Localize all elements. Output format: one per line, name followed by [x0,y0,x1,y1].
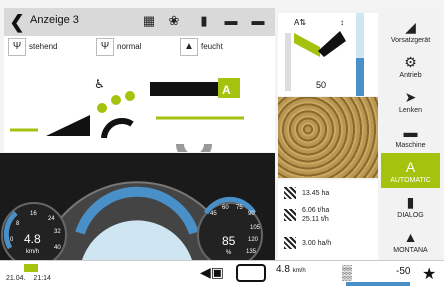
crop-normal-icon: Ψ [96,38,114,56]
automatic-icon: A [405,159,416,175]
speed-tick: 16 [30,211,37,217]
offset-value: -50 [396,266,411,277]
speed-tick: 32 [54,229,61,235]
menu-label: MONTANA [393,247,428,254]
engine-tick: 120 [248,237,259,243]
mode-label: feucht [201,42,223,51]
stat-value: 3.00 ha/h [302,239,332,247]
dialog-icon: ▮ [406,194,415,210]
mode-feucht[interactable]: ▲ feucht [180,38,223,56]
area-icon [284,187,296,199]
menu-label: Vorsatzgerät [390,37,431,44]
steering-icon: ➤ [404,89,417,105]
menu-label: AUTOMATIC [390,177,431,184]
reel-icon [111,95,121,105]
offset-icon: ▒ [342,264,352,280]
drive-icon: ⚙ [404,54,417,70]
header-icon: ◢ [405,19,416,35]
threshing-drum [101,117,134,139]
reel-icon [125,91,135,101]
header-tilt-shape [294,33,320,57]
sieve-curve [176,143,212,162]
engine-tick: 75 [236,205,243,211]
reel-icon [97,103,107,113]
stat-yield: 6.06 t/ha 25.11 t/h [284,206,329,224]
machine-diagram: A ♿ [4,60,275,162]
battery-icon [24,264,38,272]
tilt-icon: A⇅ [294,18,306,27]
sensor-arm [318,31,346,57]
menu-label: Maschine [395,142,426,149]
engine-value: 85 [222,234,236,248]
display-root: ❮ Anzeige 3 ▦ ❀ ▮ ▬ ▬ Ψ stehend Ψ normal… [0,0,444,288]
back-button[interactable]: ❮ [6,11,28,33]
page-title: Anzeige 3 [30,14,79,26]
status-speed-unit: km/h [292,268,306,274]
sensor-value: 50 [316,80,327,90]
machine-icon: ▬ [403,124,418,140]
crop-standing-icon: Ψ [8,38,26,56]
engine-unit: % [226,250,232,256]
chart-icon[interactable]: ▮ [195,12,213,30]
speed-value: 4.8 [24,232,41,246]
speed-tick: 24 [48,216,55,222]
stat-rate: 3.00 ha/h [284,234,331,252]
yield-icon [284,209,296,221]
gauge-cluster: 4.8 km/h 8 16 24 32 40 0 85 % 45 60 75 9… [0,153,275,268]
menu-label: Lenken [399,107,422,114]
menu-label: DIALOG [397,212,424,219]
menu-label: Antrieb [399,72,422,79]
grain-camera-image[interactable] [278,97,378,178]
crop-wet-icon: ▲ [180,38,198,56]
speed-tick: 40 [54,245,61,251]
status-speed-value: 4.8 [276,264,290,275]
engine-tick: 105 [250,225,261,231]
height-scale [285,33,291,91]
speed-unit: km/h [26,249,39,255]
harvester-icon[interactable]: ▬ [222,12,240,30]
mode-stehend[interactable]: Ψ stehend [8,38,57,56]
montana-icon: ▲ [403,229,418,245]
mode-normal[interactable]: Ψ normal [96,38,141,56]
engine-tick: 135 [246,249,257,255]
stat-value: 25.11 t/h [302,216,329,223]
status-speed: 4.8 km/h [276,264,306,275]
sensor-panel-svg: A⇅ ↕ [285,13,364,96]
date: 21.04. [6,275,26,282]
stat-value: 6.06 t/ha [302,207,330,214]
tractor-icon [236,264,266,282]
stat-area: 13.45 ha [284,184,329,202]
fan-icon: ♿ [94,77,105,91]
rate-icon [284,237,296,249]
harvester-icon[interactable]: ▬ [249,12,267,30]
sensor-panel: A⇅ ↕ [278,13,378,96]
level-fill [356,58,364,96]
stat-value-group: 6.06 t/ha 25.11 t/h [302,206,329,224]
favorite-star-icon[interactable]: ★ [422,264,436,284]
grain-icon[interactable]: ❀ [165,12,183,30]
engine-tick: 60 [222,205,229,211]
mode-label: stehend [29,42,58,51]
time: 21:14 [33,275,51,282]
height-icon: ↕ [340,18,344,27]
engine-tick: 45 [210,211,217,217]
gauge-cluster-svg: 4.8 km/h 8 16 24 32 40 0 85 % 45 60 75 9… [1,181,263,268]
date-time: 21.04. 21:14 [6,275,51,282]
offset-bar [346,282,410,286]
automatic-mark: A [222,83,231,97]
reverse-icon: ◀▣ [200,264,224,280]
engine-tick: 90 [248,211,255,217]
header-shape [46,115,90,136]
mode-label: normal [117,42,142,51]
stat-value: 13.45 ha [302,189,330,197]
machine-diagram-svg: A ♿ [10,77,244,162]
calculator-icon[interactable]: ▦ [140,12,158,30]
menu-montana[interactable]: ▲ MONTANA [381,223,440,264]
